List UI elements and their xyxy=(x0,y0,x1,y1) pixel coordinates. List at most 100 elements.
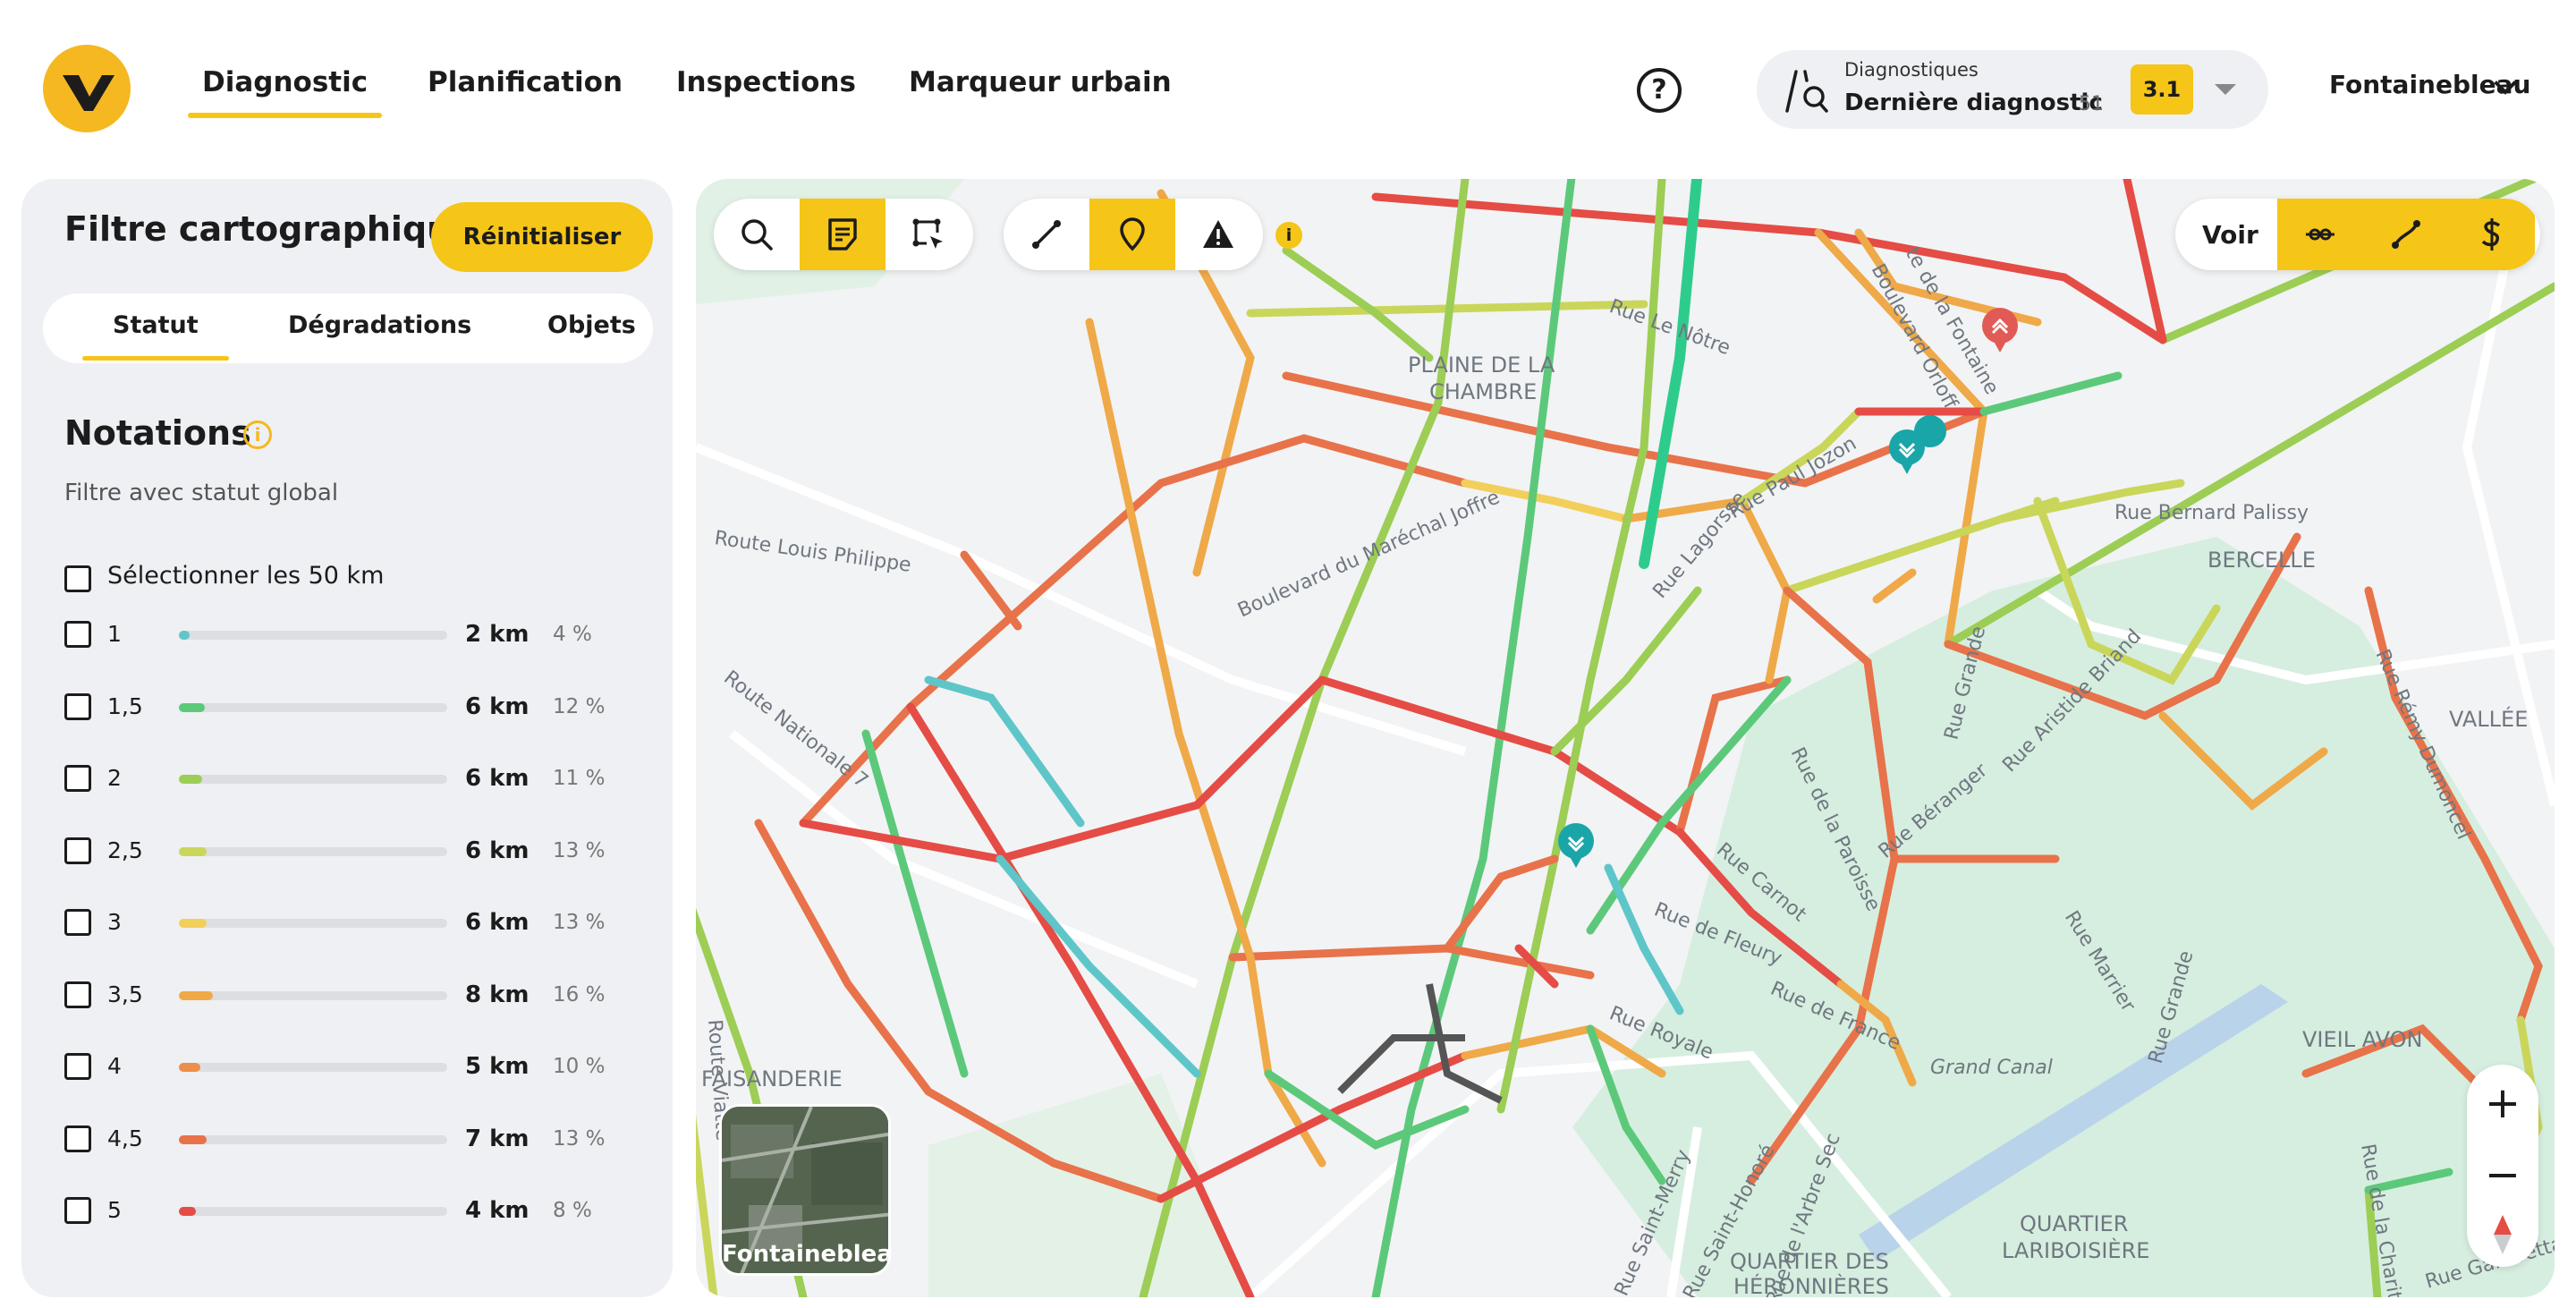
zoom-in-button[interactable]: + xyxy=(2467,1072,2538,1134)
info-icon[interactable]: i xyxy=(1275,222,1302,249)
compass-icon[interactable] xyxy=(2494,1215,2512,1254)
rating-bar-track xyxy=(179,1063,447,1072)
nav-tab-marqueur-urbain[interactable]: Marqueur urbain xyxy=(909,66,1172,98)
map-pin-down-icon[interactable] xyxy=(1558,823,1594,868)
map-label-vieil-avon: VIEIL AVON xyxy=(2302,1027,2422,1052)
app-root: Diagnostic Planification Inspections Mar… xyxy=(0,0,2576,1308)
warning-icon xyxy=(1203,220,1233,248)
rating-km: 6 km xyxy=(465,693,530,720)
rating-label: 1 xyxy=(107,621,122,647)
view-segments-tool[interactable] xyxy=(2363,199,2449,270)
select-all-checkbox[interactable] xyxy=(64,565,91,592)
rating-bar-track xyxy=(179,1207,447,1216)
map-label-plaine: CHAMBRE xyxy=(1429,379,1537,404)
reset-button[interactable]: Réinitialiser xyxy=(431,202,653,272)
route-icon xyxy=(2392,220,2420,249)
rating-label: 3,5 xyxy=(107,981,143,1007)
map-label-heronnieres: QUARTIER DES xyxy=(1730,1249,1889,1274)
rating-km: 6 km xyxy=(465,837,530,864)
rating-checkbox[interactable] xyxy=(64,1197,91,1224)
rating-bar-fill xyxy=(179,847,207,856)
filter-panel: Filtre cartographique: Réinitialiser Sta… xyxy=(21,179,673,1297)
rating-bar-fill xyxy=(179,919,207,928)
rating-checkbox[interactable] xyxy=(64,1053,91,1080)
map-pin-up-icon[interactable] xyxy=(1982,308,2018,352)
rating-percent: 11 % xyxy=(553,767,606,790)
map-pin-down-icon[interactable] xyxy=(1889,415,1946,474)
rating-bar-track xyxy=(179,847,447,856)
map-label-plaine: PLAINE DE LA xyxy=(1408,352,1555,378)
nav-tab-inspections[interactable]: Inspections xyxy=(676,66,856,98)
map-label-lariboisiere: QUARTIER xyxy=(2020,1211,2128,1236)
notations-title: Notations xyxy=(64,413,251,453)
top-header: Diagnostic Planification Inspections Mar… xyxy=(0,0,2576,175)
caret-down-icon[interactable] xyxy=(2215,84,2236,95)
diagnostic-version-badge: 3.1 xyxy=(2131,64,2193,115)
search-tool[interactable] xyxy=(714,199,800,270)
rating-label: 4 xyxy=(107,1053,122,1079)
map-label-grand-canal: Grand Canal xyxy=(1930,1057,2053,1079)
rating-bar-fill xyxy=(179,1135,207,1144)
rating-bar-track xyxy=(179,919,447,928)
map-label-street: Rue Bernard Palissy xyxy=(2114,502,2309,524)
map-label-bercelle: BERCELLE xyxy=(2207,548,2316,573)
tab-degradations[interactable]: Dégradations xyxy=(288,311,471,339)
view-network-tool[interactable] xyxy=(2277,199,2363,270)
filter-tabs: Statut Dégradations Objets xyxy=(43,293,653,363)
zoom-out-button[interactable]: − xyxy=(2467,1143,2538,1206)
rating-percent: 12 % xyxy=(553,695,606,718)
tab-objets[interactable]: Objets xyxy=(547,311,636,339)
notations-subtitle: Filtre avec statut global xyxy=(64,480,339,506)
rating-checkbox[interactable] xyxy=(64,693,91,720)
map-view[interactable]: PLAINE DE LA CHAMBRE BERCELLE VALLÉE FAI… xyxy=(696,179,2555,1297)
note-icon xyxy=(828,218,857,251)
rating-label: 3 xyxy=(107,909,122,935)
rating-percent: 13 % xyxy=(553,911,606,934)
view-toolbar: Voir xyxy=(2175,199,2540,270)
question-circle-icon[interactable]: ? xyxy=(1637,68,1682,113)
rating-percent: 4 % xyxy=(553,623,592,646)
map-label-lariboisiere: LARIBOISIÈRE xyxy=(2002,1237,2149,1263)
select-area-tool[interactable] xyxy=(886,199,971,270)
map-toolbar-left xyxy=(714,199,973,270)
search-icon xyxy=(741,219,773,251)
network-nodes-icon xyxy=(2306,228,2334,241)
rating-checkbox[interactable] xyxy=(64,621,91,648)
segment-tool[interactable] xyxy=(1004,199,1089,270)
view-cost-tool[interactable] xyxy=(2449,199,2535,270)
rating-percent: 13 % xyxy=(553,1127,606,1151)
rating-bar-fill xyxy=(179,775,202,784)
zoom-controls: + − xyxy=(2467,1065,2538,1267)
rating-km: 6 km xyxy=(465,909,530,936)
notes-tool[interactable] xyxy=(800,199,886,270)
nav-tab-diagnostic[interactable]: Diagnostic xyxy=(187,66,383,118)
map-pin-icon xyxy=(1120,217,1145,251)
satellite-layer-toggle[interactable]: Fontainebleau xyxy=(719,1104,891,1276)
rating-bar-track xyxy=(179,775,447,784)
app-logo[interactable] xyxy=(43,45,131,132)
nav-tab-planification[interactable]: Planification xyxy=(428,66,623,98)
rating-checkbox[interactable] xyxy=(64,765,91,792)
map-label-heronnieres: HÉRONNIÈRES xyxy=(1733,1273,1889,1297)
map-label-street: Route Louis Philippe xyxy=(713,527,912,577)
road-network-map[interactable]: PLAINE DE LA CHAMBRE BERCELLE VALLÉE FAI… xyxy=(696,179,2555,1297)
filter-title: Filtre cartographique: xyxy=(64,209,488,249)
rating-label: 1,5 xyxy=(107,693,143,719)
marker-tool[interactable] xyxy=(1089,199,1175,270)
tab-statut[interactable]: Statut xyxy=(82,311,229,361)
map-toolbar-middle xyxy=(1004,199,1263,270)
rating-km: 5 km xyxy=(465,1053,530,1080)
map-label-street: Rue Paul Jozon xyxy=(1725,432,1860,523)
rating-bar-track xyxy=(179,1135,447,1144)
info-icon[interactable]: i xyxy=(243,420,272,449)
rating-checkbox[interactable] xyxy=(64,1125,91,1152)
rating-checkbox[interactable] xyxy=(64,981,91,1008)
rating-percent: 10 % xyxy=(553,1055,606,1078)
diagnostic-selector[interactable]: Diagnostiques Dernière diagnostic 51 3.1 xyxy=(1757,50,2268,129)
rating-km: 8 km xyxy=(465,981,530,1008)
warning-tool[interactable] xyxy=(1175,199,1261,270)
satellite-label: Fontainebleau xyxy=(722,1241,891,1268)
rating-checkbox[interactable] xyxy=(64,909,91,936)
rating-checkbox[interactable] xyxy=(64,837,91,864)
polygon-select-icon xyxy=(912,218,943,249)
